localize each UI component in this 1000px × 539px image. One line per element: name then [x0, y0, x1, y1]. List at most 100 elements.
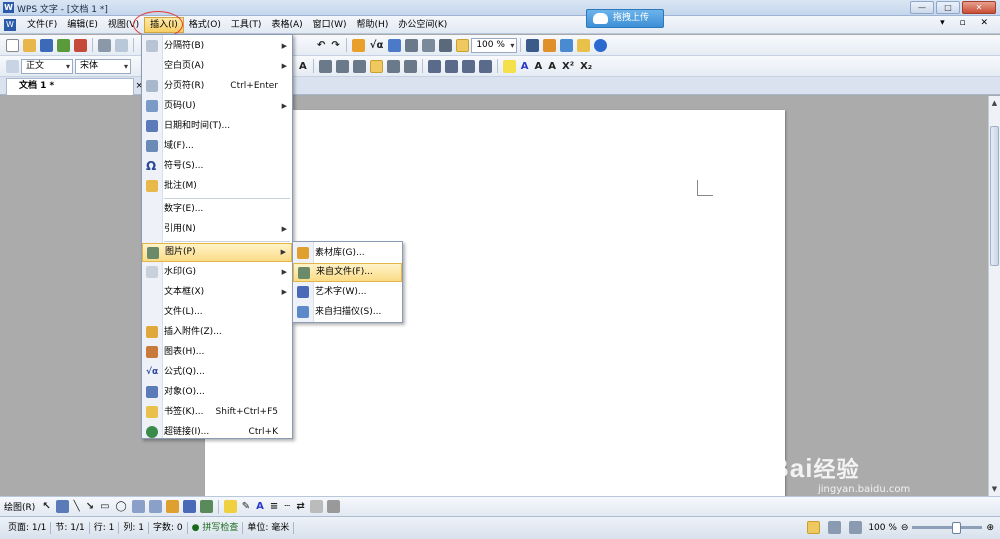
close-button[interactable]: ✕ [962, 1, 996, 14]
wordart-icon[interactable] [182, 500, 196, 513]
menu-item-chart[interactable]: 图表(H)... [142, 343, 292, 362]
menu-item-object[interactable]: 对象(O)... [142, 383, 292, 402]
columns-icon[interactable] [405, 38, 419, 52]
menu-item-page-number[interactable]: 页码(U) ▶ [142, 97, 292, 116]
bullets-icon[interactable] [444, 59, 458, 73]
doc-window-controls[interactable]: ▾ ▫ ✕ [940, 18, 994, 28]
menu-item-reference[interactable]: 引用(N) ▶ [142, 220, 292, 239]
fill-color-icon[interactable] [223, 500, 237, 513]
paragraph-marks-icon[interactable] [439, 38, 453, 52]
page-view-icon[interactable] [807, 521, 821, 534]
formula-icon[interactable]: √α [370, 40, 384, 51]
menu-help[interactable]: 帮助(H) [352, 17, 394, 33]
select-pointer-icon[interactable]: ↖ [42, 501, 50, 512]
menu-item-hyperlink[interactable]: 超链接(I)... Ctrl+K [142, 423, 292, 442]
menu-insert[interactable]: 插入(I) [144, 16, 184, 33]
find-icon[interactable] [526, 38, 540, 52]
menu-item-picture[interactable]: 图片(P) ▶ [142, 243, 292, 262]
align-center-icon[interactable] [335, 59, 349, 73]
save-icon[interactable] [40, 38, 53, 52]
new-document-icon[interactable] [6, 38, 19, 52]
scroll-thumb[interactable] [990, 126, 999, 266]
drag-upload-button[interactable]: 拖拽上传 [586, 9, 664, 28]
textbox-icon[interactable] [131, 500, 145, 513]
zoom-slider[interactable] [912, 522, 983, 534]
menu-item-textbox[interactable]: 文本框(X) ▶ [142, 283, 292, 302]
vertical-textbox-icon[interactable] [148, 500, 162, 513]
scroll-up-icon[interactable]: ▲ [990, 98, 999, 108]
menu-item-symbol[interactable]: Ω 符号(S)... [142, 157, 292, 176]
menu-item-comment[interactable]: 批注(M) [142, 177, 292, 196]
bars-icon[interactable] [422, 38, 436, 52]
line-icon[interactable]: ╲ [74, 501, 80, 512]
drawing-menu[interactable]: 绘图(R) [4, 500, 35, 513]
pdf-icon[interactable] [74, 38, 87, 52]
style-combo[interactable]: 正文 [21, 58, 73, 74]
menu-item-watermark[interactable]: 水印(G) ▶ [142, 263, 292, 282]
shadow-icon[interactable] [309, 500, 323, 513]
table-insert-icon[interactable] [351, 38, 365, 52]
numbering-icon[interactable] [427, 59, 441, 73]
line-color-icon[interactable]: ✎ [242, 501, 250, 512]
menu-item-file[interactable]: 文件(L)... [142, 303, 292, 322]
minimize-button[interactable]: — [910, 1, 934, 14]
clipart-icon[interactable] [165, 500, 179, 513]
export-icon[interactable] [57, 38, 70, 52]
open-folder-icon[interactable] [23, 38, 36, 52]
grow-font-icon[interactable]: A [535, 61, 543, 72]
rectangle-icon[interactable]: ▭ [100, 501, 109, 512]
menu-table[interactable]: 表格(A) [266, 17, 307, 33]
submenu-item-wordart[interactable]: 艺术字(W)... [293, 283, 402, 302]
menu-item-separator[interactable]: 分隔符(B) ▶ [142, 37, 292, 56]
font-combo[interactable]: 宋体 [75, 58, 131, 74]
submenu-item-from-scanner[interactable]: 来自扫描仪(S)... [293, 303, 402, 322]
styles-icon[interactable] [6, 59, 19, 73]
menu-item-bookmark[interactable]: 书签(K)... Shift+Ctrl+F5 [142, 403, 292, 422]
align-left-icon[interactable] [318, 59, 332, 73]
outdent-icon[interactable] [478, 59, 492, 73]
menu-tools[interactable]: 工具(T) [226, 17, 267, 33]
menu-window[interactable]: 窗口(W) [308, 17, 352, 33]
submenu-item-clip-library[interactable]: 素材库(G)... [293, 244, 402, 263]
zoom-out-icon[interactable]: ⊖ [901, 523, 909, 533]
arrow-icon[interactable]: ↘ [86, 501, 94, 512]
autoshapes-icon[interactable] [55, 500, 69, 513]
shrink-font-icon[interactable]: A [548, 61, 556, 72]
window-icon[interactable] [560, 38, 574, 52]
menu-item-field[interactable]: 域(F)... [142, 137, 292, 156]
help-icon[interactable] [594, 38, 608, 52]
tab-document-1[interactable]: 文档 1 * × [6, 78, 143, 95]
menu-item-page-break[interactable]: 分页符(R) Ctrl+Enter [142, 77, 292, 96]
status-spell-check[interactable]: ● 拼写检查 [188, 522, 244, 534]
menu-item-blank-page[interactable]: 空白页(A) ▶ [142, 57, 292, 76]
print-icon[interactable] [98, 38, 111, 52]
material-icon[interactable] [543, 38, 557, 52]
menu-view[interactable]: 视图(V) [103, 17, 144, 33]
highlight-icon[interactable] [502, 59, 516, 73]
indent-icon[interactable] [461, 59, 475, 73]
arrow-style-icon[interactable]: ⇄ [296, 501, 304, 512]
distribute-icon[interactable] [386, 59, 400, 73]
subscript-icon[interactable]: X₂ [580, 61, 592, 72]
menu-item-formula[interactable]: √α 公式(Q)... [142, 363, 292, 382]
scroll-down-icon[interactable]: ▼ [990, 484, 999, 494]
menu-item-number[interactable]: 数字(E)... [142, 200, 292, 219]
chart-insert-icon[interactable] [388, 38, 402, 52]
submenu-item-from-file[interactable]: 来自文件(F)... [293, 263, 402, 282]
picture-icon[interactable] [199, 500, 213, 513]
menu-edit[interactable]: 编辑(E) [62, 17, 103, 33]
undo-icon[interactable]: ↶ [317, 40, 325, 51]
menu-item-attachment[interactable]: 插入附件(Z)... [142, 323, 292, 342]
status-word-count[interactable]: 字数: 0 [149, 522, 188, 534]
font-color-icon[interactable]: A [521, 61, 529, 72]
menu-file[interactable]: 文件(F) [22, 17, 62, 33]
print-preview-icon[interactable] [115, 38, 128, 52]
align-right-icon[interactable] [352, 59, 366, 73]
web-view-icon[interactable] [828, 521, 842, 534]
line-style-icon[interactable]: ≡ [270, 501, 278, 512]
show-hide-icon[interactable] [456, 38, 470, 52]
superscript-icon[interactable]: X² [562, 61, 574, 72]
ellipse-icon[interactable]: ◯ [116, 501, 127, 512]
zoom-in-icon[interactable]: ⊕ [986, 523, 994, 533]
outline-view-icon[interactable] [849, 521, 863, 534]
